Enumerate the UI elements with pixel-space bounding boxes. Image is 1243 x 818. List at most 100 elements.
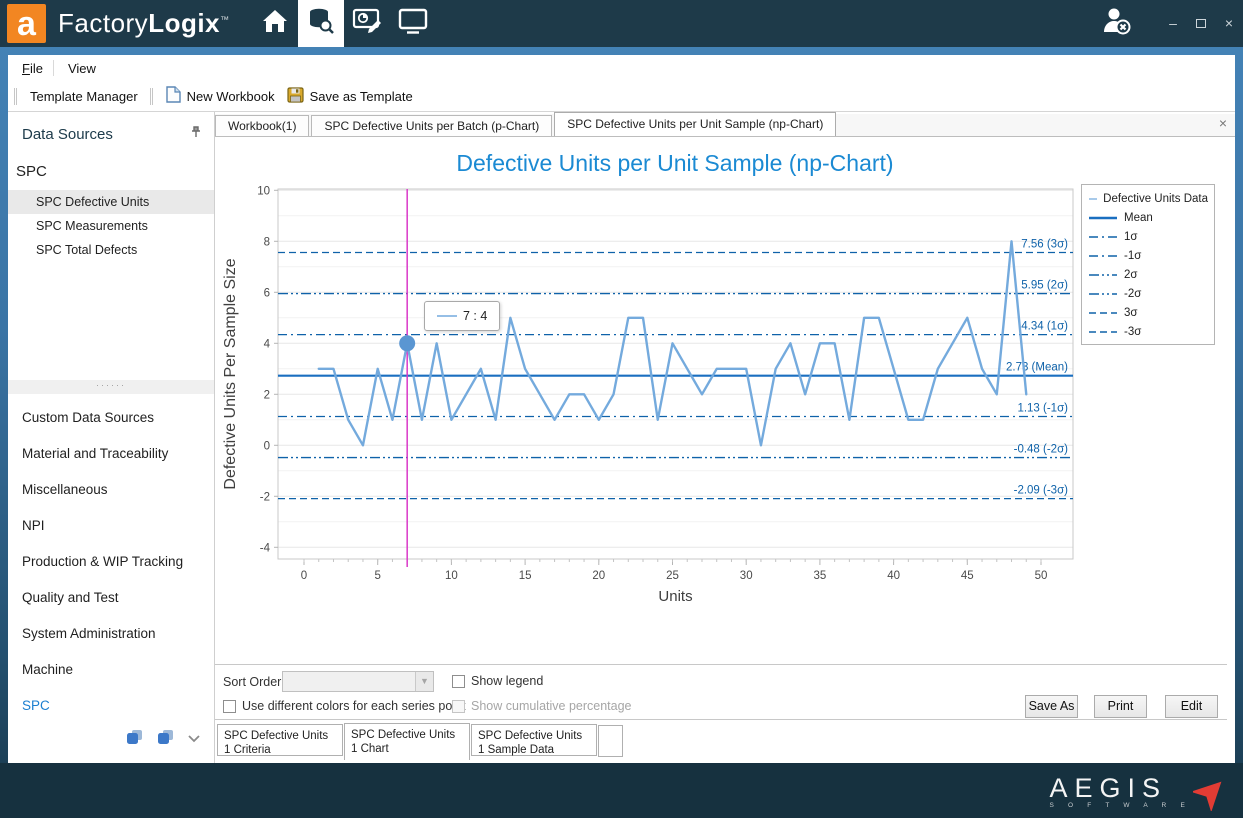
sheet-tab[interactable]: SPC Defective Units 1 Chart <box>344 723 470 760</box>
edit-button[interactable]: Edit <box>1165 695 1218 718</box>
sheet-tab[interactable]: SPC Defective Units 1 Criteria <box>217 724 343 756</box>
close-button[interactable]: × <box>1215 0 1243 47</box>
chart-options-bar: Sort Order: ▼ Show legend Use different … <box>215 664 1227 720</box>
sidebar-section-spc: SPC <box>8 143 214 180</box>
legend-entry: Defective Units Data <box>1088 189 1208 208</box>
app-logo: a <box>7 4 46 43</box>
use-colors-label: Use different colors for each series poi… <box>242 699 466 713</box>
checkbox-box <box>452 700 465 713</box>
windows-view-icon[interactable] <box>157 729 174 750</box>
menu-view[interactable]: View <box>58 57 106 80</box>
svg-text:-4: -4 <box>260 542 271 554</box>
workbook-tab[interactable]: SPC Defective Units per Batch (p-Chart) <box>311 115 552 136</box>
tabstrip-close-icon[interactable]: × <box>1219 115 1227 131</box>
sidebar-category[interactable]: SPC <box>8 688 214 724</box>
app-window: a FactoryLogix™ <box>0 0 1243 818</box>
workbook-tab[interactable]: SPC Defective Units per Unit Sample (np-… <box>554 112 836 136</box>
sidebar-category[interactable]: Custom Data Sources <box>8 400 214 436</box>
svg-text:6: 6 <box>264 287 270 299</box>
legend-line-sample <box>1088 251 1118 261</box>
svg-text:Units: Units <box>658 588 692 605</box>
sidebar-category[interactable]: NPI <box>8 508 214 544</box>
app-brand: FactoryLogix™ <box>58 8 230 39</box>
sidebar-footer <box>8 724 214 754</box>
legend-label: 3σ <box>1124 307 1138 319</box>
svg-text:4: 4 <box>264 338 271 350</box>
workbook-tabstrip: Workbook(1) SPC Defective Units per Batc… <box>215 114 1235 137</box>
data-explorer-button[interactable] <box>298 0 344 47</box>
svg-text:50: 50 <box>1035 570 1048 582</box>
use-colors-checkbox[interactable]: Use different colors for each series poi… <box>223 699 466 713</box>
home-button[interactable] <box>252 0 298 47</box>
svg-text:5: 5 <box>374 570 380 582</box>
svg-text:10: 10 <box>257 185 270 197</box>
menu-file[interactable]: File <box>12 57 53 80</box>
footer: AEGIS S O F T W A R E <box>0 763 1243 818</box>
combo-chevron-icon: ▼ <box>415 672 433 691</box>
data-source-list: SPC Defective Units SPC Measurements SPC… <box>8 190 214 262</box>
titlebar: a FactoryLogix™ <box>0 0 1243 47</box>
sheet-tab[interactable]: SPC Defective Units 1 Sample Data <box>471 724 597 756</box>
aegis-brand-text: AEGIS <box>1049 775 1191 801</box>
sort-order-select[interactable]: ▼ <box>282 671 434 692</box>
svg-text:2: 2 <box>264 389 270 401</box>
presentation-edit-icon <box>352 7 382 40</box>
display-button[interactable] <box>390 0 436 47</box>
legend-line-sample <box>1088 308 1118 318</box>
chevron-down-icon[interactable] <box>188 730 200 748</box>
legend-line-sample <box>1088 327 1118 337</box>
legend-line-sample <box>1088 232 1118 242</box>
save-as-template-button[interactable]: Save as Template <box>281 84 419 109</box>
sidebar-category[interactable]: Miscellaneous <box>8 472 214 508</box>
legend-entry: 2σ <box>1088 265 1208 284</box>
svg-text:25: 25 <box>666 570 679 582</box>
toolbar-grip <box>150 88 153 105</box>
save-template-icon <box>287 87 304 106</box>
logout-user-button[interactable] <box>1099 6 1133 41</box>
sheet-tabstrip: SPC Defective Units 1 Criteria SPC Defec… <box>217 723 598 760</box>
reports-button[interactable] <box>344 0 390 47</box>
template-manager-label: Template Manager <box>30 89 138 104</box>
sidebar-category[interactable]: Production & WIP Tracking <box>8 544 214 580</box>
show-cumulative-label: Show cumulative percentage <box>471 699 632 713</box>
svg-text:5.95 (2σ): 5.95 (2σ) <box>1021 280 1068 292</box>
pin-icon[interactable] <box>190 126 202 143</box>
svg-text:8: 8 <box>264 236 270 248</box>
template-manager-button[interactable]: Template Manager <box>24 86 144 107</box>
titlebar-nav <box>252 0 436 47</box>
minimize-button[interactable]: – <box>1159 0 1187 47</box>
legend-line-sample <box>1088 270 1118 280</box>
sheet-tab-stub[interactable] <box>598 725 623 757</box>
show-legend-checkbox[interactable]: Show legend <box>452 674 543 688</box>
chart-title: Defective Units per Unit Sample (np-Char… <box>215 150 1135 177</box>
data-source-item[interactable]: SPC Defective Units <box>8 190 214 214</box>
checkbox-box <box>223 700 236 713</box>
aegis-logo: AEGIS S O F T W A R E <box>1049 775 1227 816</box>
windows-view-icon[interactable] <box>126 729 143 750</box>
checkbox-box <box>452 675 465 688</box>
sidebar-splitter[interactable]: ······ <box>8 380 214 394</box>
data-source-item[interactable]: SPC Total Defects <box>8 238 214 262</box>
save-as-button[interactable]: Save As <box>1025 695 1078 718</box>
sidebar-category[interactable]: System Administration <box>8 616 214 652</box>
data-source-item[interactable]: SPC Measurements <box>8 214 214 238</box>
sidebar-category[interactable]: Machine <box>8 652 214 688</box>
legend-label: Defective Units Data <box>1103 193 1208 205</box>
sidebar-data-sources: Data Sources SPC SPC Defective Units SPC… <box>8 112 215 763</box>
legend-entry: 3σ <box>1088 303 1208 322</box>
legend-label: -2σ <box>1124 288 1141 300</box>
spc-chart-panel[interactable]: Defective Units per Unit Sample (np-Char… <box>215 138 1227 608</box>
print-button[interactable]: Print <box>1094 695 1147 718</box>
new-workbook-button[interactable]: New Workbook <box>160 83 281 109</box>
workbook-tab[interactable]: Workbook(1) <box>215 115 309 136</box>
svg-text:45: 45 <box>961 570 974 582</box>
aegis-arrow-icon <box>1193 775 1227 816</box>
np-chart[interactable]: 7.56 (3σ)5.95 (2σ)4.34 (1σ)2.73 (Mean)1.… <box>215 138 1227 608</box>
legend-entry: 1σ <box>1088 227 1208 246</box>
tooltip-value: 7 : 4 <box>463 309 487 323</box>
sidebar-category[interactable]: Material and Traceability <box>8 436 214 472</box>
maximize-button[interactable] <box>1187 0 1215 47</box>
svg-text:7.56 (3σ): 7.56 (3σ) <box>1021 239 1068 251</box>
sidebar-category[interactable]: Quality and Test <box>8 580 214 616</box>
svg-text:20: 20 <box>592 570 605 582</box>
